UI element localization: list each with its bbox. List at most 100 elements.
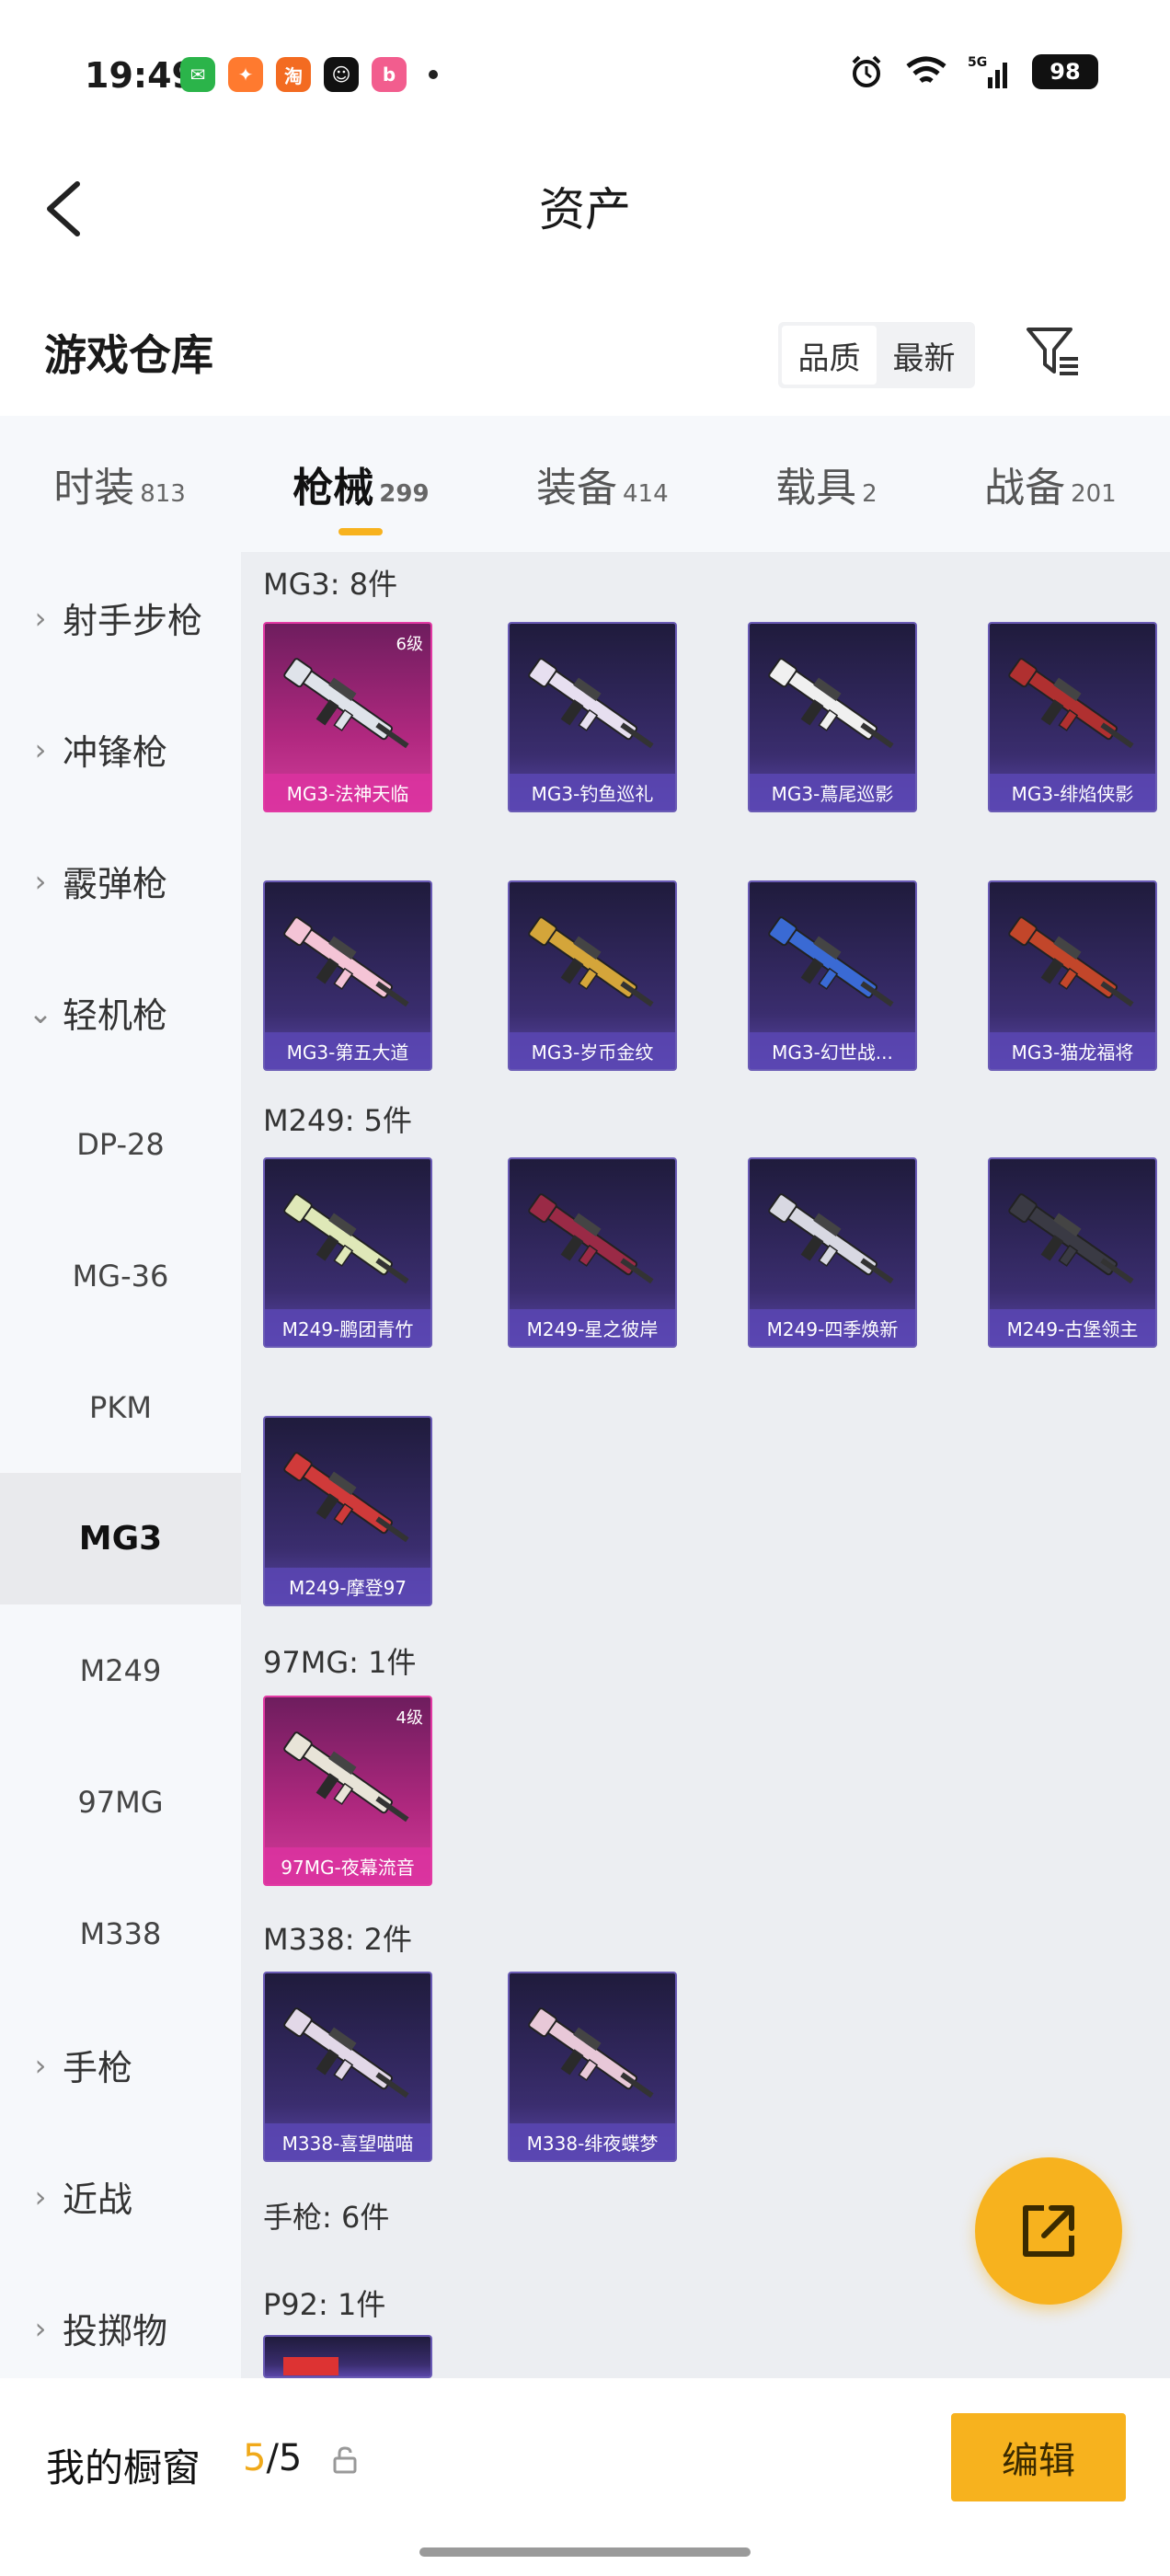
weapon-card[interactable]: MG3-幻世战... [748, 880, 917, 1071]
filter-icon[interactable] [1023, 322, 1084, 383]
tab-count: 201 [1071, 480, 1117, 508]
page-title: 资产 [539, 183, 631, 236]
weapon-card-partial[interactable] [263, 2335, 432, 2378]
sidebar-subitem[interactable]: M249 [0, 1604, 241, 1736]
qq-icon: ☺ [324, 57, 359, 92]
weapon-image [759, 1178, 906, 1306]
weapon-sidebar: › 射手步枪 › 冲锋枪 › 霰弹枪 ⌄ 轻机枪 DP-28 MG-36 PKM MG3 M249 97M… [0, 552, 241, 2378]
weapon-image [519, 1178, 666, 1306]
weapon-card[interactable]: M338-喜望喵喵 [263, 1972, 432, 2162]
sidebar-label: 霰弹枪 [63, 864, 168, 904]
tab-count: 813 [140, 480, 186, 508]
weapon-name: 97MG-夜幕流音 [265, 1847, 430, 1884]
sort-toggle: 品质 最新 [778, 322, 975, 388]
sidebar-label: 轻机枪 [63, 995, 168, 1036]
sidebar-category[interactable]: › 冲锋枪 [0, 684, 241, 815]
weapon-card[interactable]: 6级 MG3-法神天临 [263, 622, 432, 812]
home-indicator[interactable] [419, 2547, 751, 2557]
weapon-image [274, 1992, 421, 2121]
weapon-group-title: MG3: 8件 [263, 567, 398, 602]
weapon-image [759, 642, 906, 771]
sidebar-category[interactable]: › 霰弹枪 [0, 815, 241, 947]
weapon-image [274, 1436, 421, 1565]
weapon-name: M249-古堡领主 [990, 1309, 1155, 1346]
weapon-image [999, 1178, 1146, 1306]
tab-3[interactable]: 载具 2 [775, 454, 878, 513]
status-bar: 19:49 ✉ ✦ 淘 ☺ b 5G 98 [0, 0, 1170, 147]
share-button[interactable] [975, 2157, 1122, 2305]
sidebar-subitem[interactable]: M338 [0, 1868, 241, 1999]
weapon-card[interactable]: MG3-钓鱼巡礼 [508, 622, 677, 812]
showcase-count: 5/5 [243, 2437, 302, 2479]
weapon-card[interactable]: MG3-蔦尾巡影 [748, 622, 917, 812]
tab-0[interactable]: 时装 813 [53, 454, 186, 513]
weapon-card[interactable]: M249-古堡领主 [988, 1157, 1157, 1348]
status-time: 19:49 [85, 55, 196, 96]
sidebar-category[interactable]: › 射手步枪 [0, 552, 241, 684]
tab-1[interactable]: 枪械 299 [292, 454, 429, 513]
sidebar-subitem[interactable]: MG3 [0, 1473, 241, 1604]
gun-partial [283, 2357, 338, 2375]
weapon-image [274, 642, 421, 771]
sidebar-category[interactable]: ⌄ 轻机枪 [0, 947, 241, 1078]
weapon-card[interactable]: M249-四季焕新 [748, 1157, 917, 1348]
sidebar-label: DP-28 [76, 1126, 165, 1162]
weapon-card[interactable]: M249-星之彼岸 [508, 1157, 677, 1348]
weapon-card[interactable]: 4级 97MG-夜幕流音 [263, 1696, 432, 1886]
weapon-name: MG3-钓鱼巡礼 [510, 774, 675, 811]
battery-indicator: 98 [1032, 54, 1098, 89]
weapon-name: M338-喜望喵喵 [265, 2123, 430, 2160]
weapon-grid: 手枪: 6件 P92: 1件 MG3: 8件 6级 MG3-法神天临 MG3-钓鱼巡礼… [241, 552, 1170, 2378]
weapon-card[interactable]: MG3-岁币金纹 [508, 880, 677, 1071]
chevron-right-icon: › [34, 2310, 47, 2346]
weapon-image [519, 901, 666, 1029]
sidebar-category[interactable]: › 近战 [0, 2131, 241, 2262]
tab-label: 战备 [984, 465, 1066, 512]
sidebar-category[interactable]: › 投掷物 [0, 2262, 241, 2378]
weapon-image [274, 1178, 421, 1306]
tab-4[interactable]: 战备 201 [984, 454, 1117, 513]
sidebar-subitem[interactable]: PKM [0, 1341, 241, 1473]
showcase-count-total: /5 [266, 2437, 303, 2479]
pistol-group-title: 手枪: 6件 [263, 2200, 390, 2235]
wifi-icon [906, 56, 946, 84]
category-tabs: 时装 813 枪械 299 装备 414 载具 2 战备 201 [0, 416, 1170, 552]
weapon-card[interactable]: MG3-第五大道 [263, 880, 432, 1071]
weapon-name: MG3-猫龙福将 [990, 1032, 1155, 1069]
sidebar-subitem[interactable]: 97MG [0, 1736, 241, 1868]
weapon-card[interactable]: M249-摩登97 [263, 1416, 432, 1606]
lock-icon [333, 2446, 357, 2474]
weapon-image [274, 1716, 421, 1845]
sort-quality-button[interactable]: 品质 [782, 326, 877, 385]
tab-label: 装备 [536, 465, 618, 512]
sidebar-label: MG-36 [72, 1258, 169, 1294]
sidebar-category[interactable]: › 手枪 [0, 1999, 241, 2131]
sidebar-label: M249 [79, 1652, 162, 1688]
edit-button[interactable]: 编辑 [951, 2413, 1126, 2501]
weapon-image [999, 901, 1146, 1029]
weapon-name: MG3-法神天临 [265, 774, 430, 811]
tab-2[interactable]: 装备 414 [536, 454, 669, 513]
warehouse-title: 游戏仓库 [44, 330, 213, 380]
signal-5g-icon: 5G [968, 55, 1007, 88]
tab-label: 时装 [53, 465, 135, 512]
weapon-card[interactable]: MG3-猫龙福将 [988, 880, 1157, 1071]
sidebar-subitem[interactable]: MG-36 [0, 1210, 241, 1341]
weapon-image [274, 901, 421, 1029]
chevron-right-icon: › [34, 731, 47, 767]
status-indicators: 5G 98 [848, 53, 1098, 90]
weapon-name: MG3-第五大道 [265, 1032, 430, 1069]
sidebar-label: 近战 [63, 2179, 133, 2220]
weapon-card[interactable]: M338-绯夜蝶梦 [508, 1972, 677, 2162]
sidebar-label: 投掷物 [63, 2311, 168, 2352]
sort-newest-button[interactable]: 最新 [877, 326, 971, 385]
p92-group-title: P92: 1件 [263, 2287, 386, 2322]
sidebar-subitem[interactable]: DP-28 [0, 1078, 241, 1210]
sidebar-label: 冲锋枪 [63, 732, 168, 773]
showcase-label: 我的橱窗 [46, 2445, 201, 2490]
weapon-card[interactable]: M249-鹏团青竹 [263, 1157, 432, 1348]
tab-label: 枪械 [292, 465, 374, 512]
chevron-right-icon: › [34, 2179, 47, 2214]
weapon-image [759, 901, 906, 1029]
weapon-card[interactable]: MG3-绯焰侠影 [988, 622, 1157, 812]
